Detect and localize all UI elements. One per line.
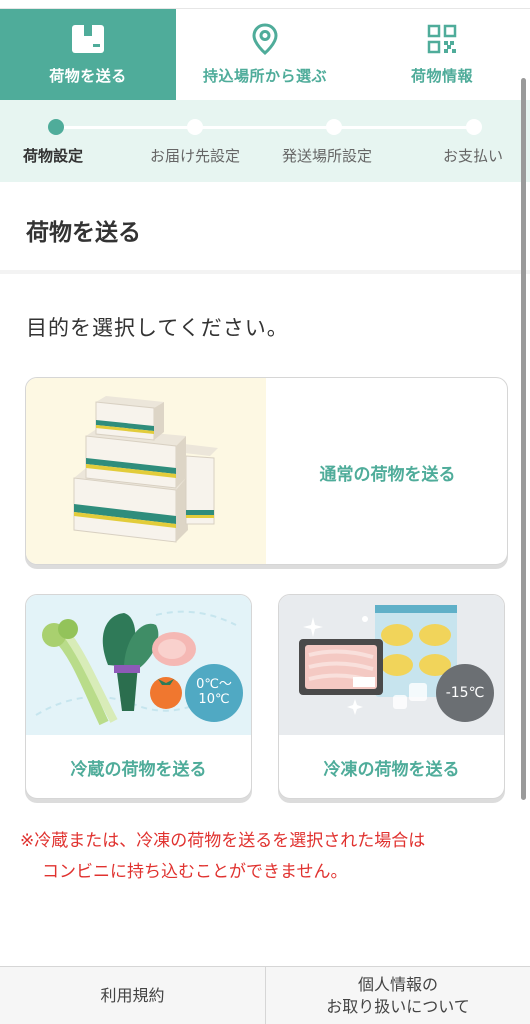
convenience-store-notice: ※冷蔵または、冷凍の荷物を送るを選択された場合は コンビニに持ち込むことができま… (20, 826, 510, 888)
tab-send-package[interactable]: 荷物を送る (0, 9, 176, 100)
frozen-food-illustration: -15℃ (279, 595, 504, 735)
step-label-package-settings: 荷物設定 (23, 147, 84, 165)
step-dot-3 (326, 119, 342, 135)
send-frozen-package-label: 冷凍の荷物を送る (323, 760, 460, 780)
tab-label: 荷物情報 (410, 67, 473, 85)
terms-of-use-link[interactable]: 利用規約 (0, 967, 265, 1024)
scrollbar[interactable] (521, 78, 526, 800)
notice-line-2: コンビニに持ち込むことができません。 (42, 862, 348, 882)
temperature-badge-frozen: -15℃ (436, 664, 494, 722)
privacy-line-2: お取り扱いについて (326, 996, 470, 1016)
step-label-payment: お支払い (443, 147, 504, 165)
footer: 利用規約 個人情報の お取り扱いについて (0, 966, 530, 1024)
chilled-food-illustration: 0℃〜 10℃ (26, 595, 251, 735)
qr-code-icon (424, 23, 460, 55)
step-label-shipping-location: 発送場所設定 (282, 147, 373, 165)
step-progress: 荷物設定 お届け先設定 発送場所設定 お支払い (0, 100, 530, 182)
privacy-policy-label: 個人情報の お取り扱いについて (326, 974, 470, 1018)
tab-package-info[interactable]: 荷物情報 (354, 9, 530, 100)
send-normal-package-card[interactable]: 通常の荷物を送る (25, 377, 508, 565)
notice-line-1: ※冷蔵または、冷凍の荷物を送るを選択された場合は (20, 831, 426, 851)
page-title: 荷物を送る (26, 220, 141, 246)
selection-prompt: 目的を選択してください。 (26, 316, 289, 340)
title-bar: 荷物を送る (0, 182, 530, 274)
page: 荷物を送る 持込場所から選ぶ 荷物情報 荷物設定 お届け先設定 発送場所設定 お… (0, 0, 530, 1024)
step-dot-1 (48, 119, 64, 135)
temperature-badge-chilled: 0℃〜 10℃ (185, 664, 243, 722)
tab-label: 持込場所から選ぶ (202, 67, 327, 85)
location-pin-icon (247, 23, 283, 55)
box-icon (70, 23, 106, 55)
step-label-delivery-address: お届け先設定 (150, 147, 241, 165)
privacy-line-1: 個人情報の (357, 974, 438, 994)
step-dot-2 (187, 119, 203, 135)
privacy-policy-link[interactable]: 個人情報の お取り扱いについて (265, 967, 530, 1024)
send-frozen-package-card[interactable]: -15℃ 冷凍の荷物を送る (278, 594, 505, 799)
send-chilled-package-label: 冷蔵の荷物を送る (70, 760, 207, 780)
stacked-boxes-illustration (26, 378, 266, 564)
step-line (56, 126, 474, 129)
tab-choose-dropoff-location[interactable]: 持込場所から選ぶ (176, 9, 354, 100)
terms-of-use-label: 利用規約 (100, 985, 165, 1005)
send-chilled-package-card[interactable]: 0℃〜 10℃ 冷蔵の荷物を送る (25, 594, 252, 799)
send-normal-package-label: 通常の荷物を送る (319, 464, 456, 485)
top-navigation: 荷物を送る 持込場所から選ぶ 荷物情報 (0, 8, 530, 100)
step-dot-4 (466, 119, 482, 135)
tab-label: 荷物を送る (49, 67, 127, 85)
